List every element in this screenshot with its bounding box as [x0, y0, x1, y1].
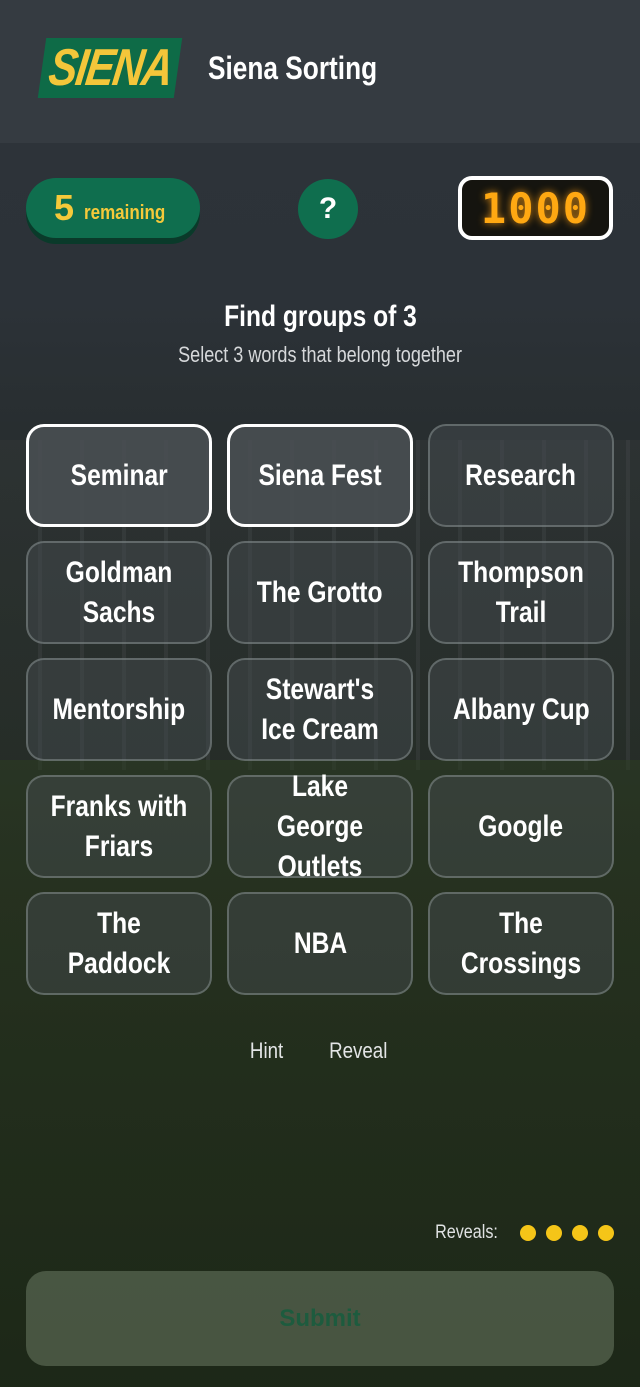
word-tile-label: Mentorship: [52, 692, 186, 726]
reveal-button[interactable]: Reveal: [329, 1038, 387, 1064]
word-tile[interactable]: Lake George Outlets: [227, 770, 413, 883]
word-tile-label: Google: [478, 809, 564, 843]
siena-logo: SIENA: [37, 38, 183, 98]
instructions-title: Find groups of 3: [223, 300, 417, 333]
app-header: SIENA Siena Sorting: [0, 0, 640, 143]
app-title: Siena Sorting: [208, 50, 378, 86]
logo-text: SIENA: [44, 39, 176, 97]
word-tile-label: Albany Cup: [452, 692, 590, 726]
help-button[interactable]: ?: [298, 179, 358, 239]
word-tile[interactable]: The Paddock: [26, 892, 212, 995]
word-tile-label: Seminar: [70, 458, 168, 492]
score-value: 1000: [480, 183, 591, 233]
word-tile[interactable]: Seminar: [26, 424, 212, 527]
instructions-subtitle: Select 3 words that belong together: [178, 342, 462, 367]
instructions: Find groups of 3 Select 3 words that bel…: [0, 300, 640, 368]
word-tile-label: Siena Fest: [258, 458, 382, 492]
word-tile[interactable]: Thompson Trail: [428, 541, 614, 644]
reveal-dot-icon: [598, 1225, 614, 1241]
remaining-counter: 5 remaining: [26, 178, 200, 238]
remaining-label: remaining: [84, 201, 166, 224]
word-tile[interactable]: Google: [428, 775, 614, 878]
word-tile[interactable]: The Grotto: [227, 541, 413, 644]
reveal-dot-icon: [546, 1225, 562, 1241]
word-tile[interactable]: Franks with Friars: [26, 775, 212, 878]
word-tile[interactable]: NBA: [227, 892, 413, 995]
word-tile[interactable]: The Crossings: [428, 892, 614, 995]
word-tile-label: Lake George Outlets: [276, 769, 364, 883]
word-grid: Seminar Siena Fest Research Goldman Sach…: [26, 424, 614, 995]
word-tile-label: NBA: [293, 926, 347, 960]
reveals-indicator: Reveals:: [424, 1222, 614, 1244]
word-tile[interactable]: Siena Fest: [227, 424, 413, 527]
remaining-count: 5: [54, 187, 75, 228]
word-tile-label: Thompson Trail: [458, 555, 584, 629]
word-tile-label: Goldman Sachs: [65, 555, 173, 629]
word-tile-label: Franks with Friars: [50, 789, 188, 863]
hint-button[interactable]: Hint: [250, 1038, 283, 1064]
reveal-dot-icon: [520, 1225, 536, 1241]
reveals-label: Reveals:: [435, 1222, 498, 1243]
score-display: 1000: [458, 176, 613, 240]
word-tile-label: The Paddock: [67, 906, 171, 980]
submit-button[interactable]: Submit: [26, 1271, 614, 1366]
word-tile[interactable]: Mentorship: [26, 658, 212, 761]
word-tile-label: The Crossings: [460, 906, 582, 980]
reveal-dot-icon: [572, 1225, 588, 1241]
word-tile-label: Research: [465, 458, 577, 492]
word-tile-label: Stewart's Ice Cream: [261, 672, 379, 746]
action-links: Hint Reveal: [0, 1038, 640, 1064]
word-tile-label: The Grotto: [257, 575, 383, 609]
word-tile[interactable]: Albany Cup: [428, 658, 614, 761]
word-tile[interactable]: Stewart's Ice Cream: [227, 658, 413, 761]
word-tile[interactable]: Research: [428, 424, 614, 527]
word-tile[interactable]: Goldman Sachs: [26, 541, 212, 644]
